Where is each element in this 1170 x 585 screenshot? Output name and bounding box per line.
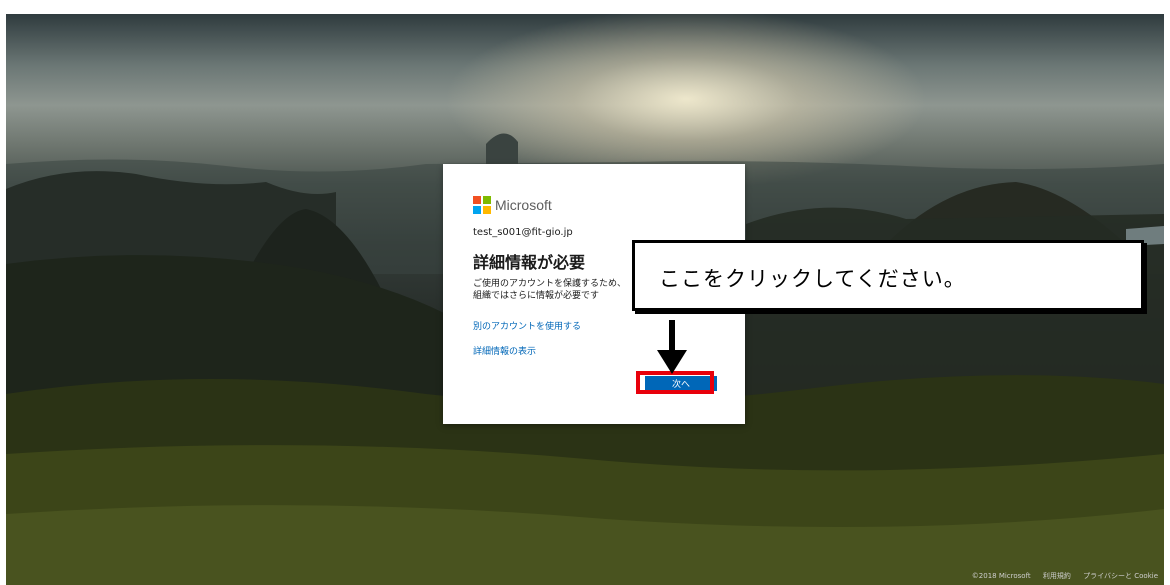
account-email: test_s001@fit-gio.jp <box>473 227 573 238</box>
sign-in-page: Microsoft test_s001@fit-gio.jp 詳細情報が必要 ご… <box>6 14 1164 585</box>
highlight-box <box>636 371 714 394</box>
instruction-callout: ここをクリックしてください。 <box>632 240 1144 311</box>
page-title: 詳細情報が必要 <box>473 253 586 272</box>
description-text: ご使用のアカウントを保護するため、組織ではさらに情報が必要です <box>473 279 627 301</box>
use-another-account-link[interactable]: 別のアカウントを使用する <box>473 319 581 332</box>
brand-name: Microsoft <box>495 197 552 213</box>
show-details-link[interactable]: 詳細情報の表示 <box>473 344 536 357</box>
microsoft-logo-icon <box>473 196 491 214</box>
callout-text: ここをクリックしてください。 <box>659 267 966 291</box>
arrow-down-icon <box>657 320 687 374</box>
footer: ©2018 Microsoft 利用規約 プライバシーと Cookie <box>962 571 1158 585</box>
privacy-link[interactable]: プライバシーと Cookie <box>1083 572 1158 580</box>
copyright-text: ©2018 Microsoft <box>971 572 1031 580</box>
terms-link[interactable]: 利用規約 <box>1043 572 1071 580</box>
